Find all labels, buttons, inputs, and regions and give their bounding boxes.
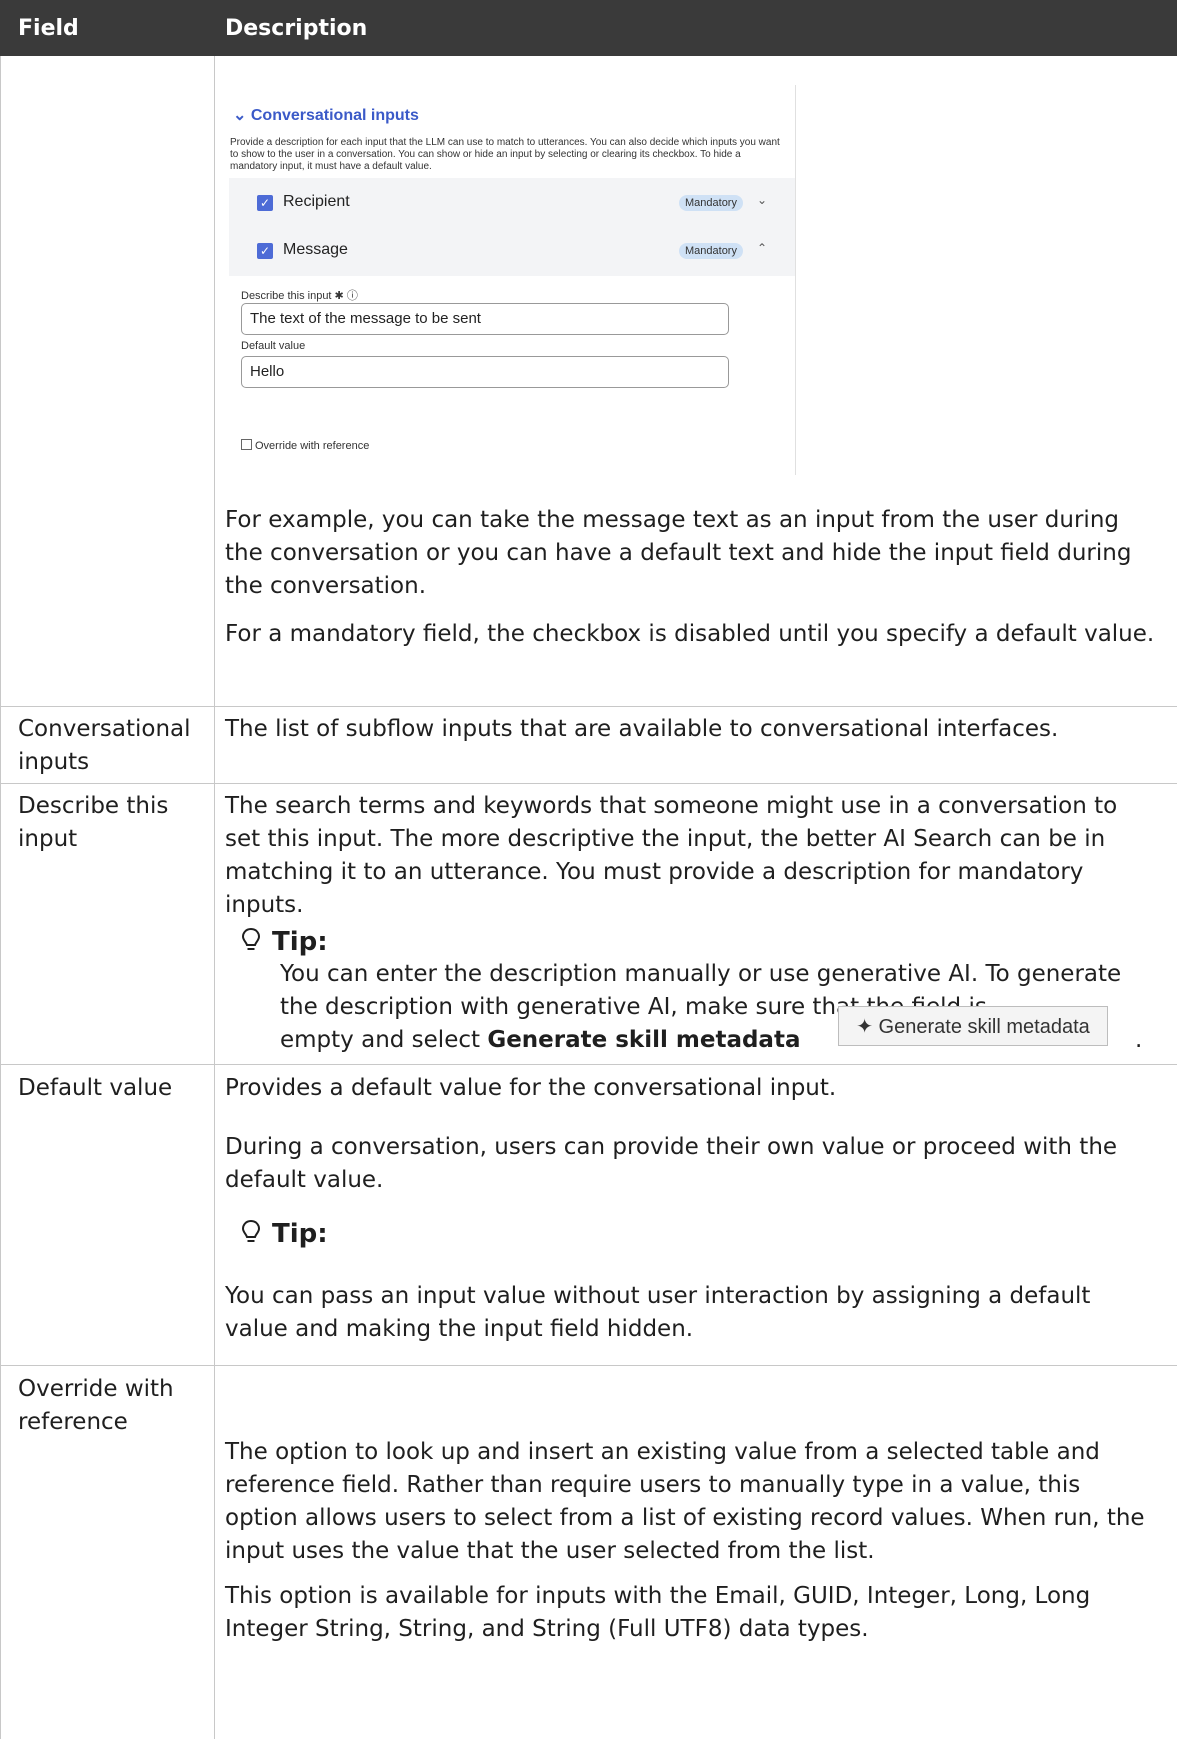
lightbulb-icon [241,1219,261,1242]
chevron-down-icon: ⌄ [233,107,251,124]
row-divider [0,1365,1177,1366]
row4-paragraph1: The option to look up and insert an exis… [225,1439,1145,1564]
override-checkbox: Override with reference [241,439,369,452]
sparkle-icon: ✦ [856,1016,879,1038]
tip-heading: Tip: [240,1218,328,1249]
input-row-recipient: ✓ Recipient Mandatory ⌄ [229,178,795,228]
row2-description: The search terms and keywords that someo… [225,793,1118,918]
row4-paragraph2: This option is available for inputs with… [225,1583,1091,1642]
mandatory-badge: Mandatory [679,195,743,211]
default-value-field: Hello [241,356,729,388]
row0-paragraph2: For a mandatory field, the checkbox is d… [225,621,1155,647]
checkbox-checked-icon: ✓ [257,195,273,211]
row0-paragraph1: For example, you can take the message te… [225,507,1132,599]
table-header: Field Description [0,0,1177,56]
header-field: Field [18,16,79,41]
screenshot-intro: Provide a description for each input tha… [230,137,780,172]
default-value-label: Default value [241,340,306,352]
input-row-label: Recipient [283,193,350,210]
input-row-message: ✓ Message Mandatory ⌃ [229,226,795,276]
checkbox-icon [241,439,252,450]
describe-input-label: Describe this input ✱ ⓘ [241,290,358,302]
row3-paragraph3: You can pass an input value without user… [225,1283,1091,1342]
header-description: Description [225,16,368,41]
mandatory-badge: Mandatory [679,243,743,259]
row-divider [0,1064,1177,1065]
row2-field: Describe this input [18,793,169,852]
row1-description: The list of subflow inputs that are avai… [225,716,1059,742]
tip-heading: Tip: [240,926,328,957]
table-border-left [0,56,1,1739]
column-divider [214,56,215,1739]
fields-table: Field Description ⌄ Conversational input… [0,0,1177,1739]
screenshot-title: ⌄ Conversational inputs [233,107,419,124]
row3-paragraph2: During a conversation, users can provide… [225,1134,1118,1193]
row-divider [0,706,1177,707]
input-row-label: Message [283,241,348,258]
chevron-down-icon: ⌄ [757,193,768,207]
chevron-up-icon: ⌃ [757,241,768,255]
lightbulb-icon [241,927,261,950]
embedded-screenshot: ⌄ Conversational inputs Provide a descri… [225,85,796,475]
generate-skill-metadata-button[interactable]: ✦ Generate skill metadata [838,1006,1108,1046]
checkbox-checked-icon: ✓ [257,243,273,259]
tip-period: . [1135,1027,1143,1053]
row-divider [0,783,1177,784]
row3-paragraph1: Provides a default value for the convers… [225,1075,837,1101]
describe-input-field: The text of the message to be sent [241,303,729,335]
row4-field: Override with reference [18,1376,174,1435]
row1-field: Conversational inputs [18,716,191,775]
row3-field: Default value [18,1075,173,1101]
